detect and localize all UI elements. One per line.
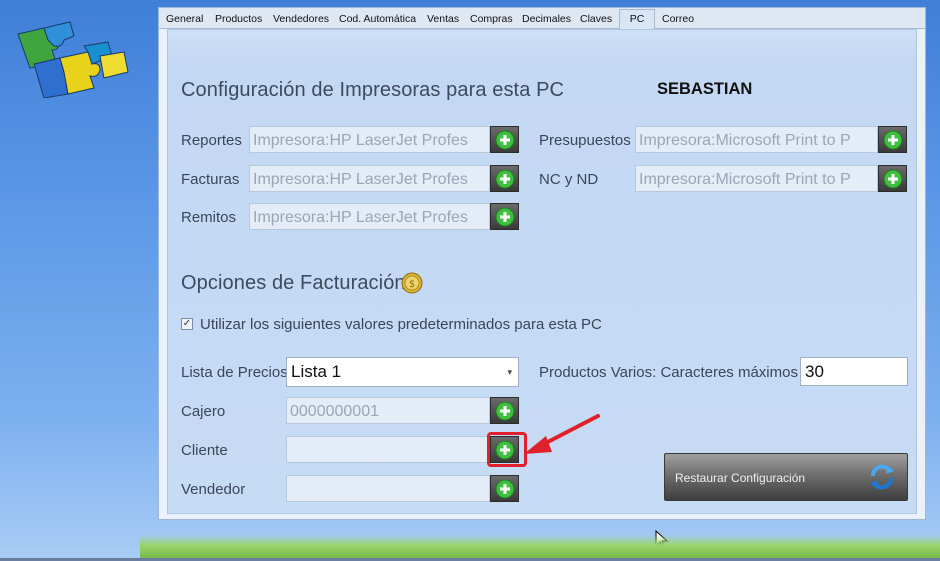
nc-nd-add-button[interactable] [878,165,907,192]
billing-section-title: Opciones de Facturación [181,272,406,294]
client-label: Cliente [181,442,228,459]
plus-icon [495,479,515,499]
client-field[interactable] [286,436,490,463]
printers-section-title: Configuración de Impresoras para esta PC [181,79,565,101]
restore-config-label: Restaurar Configuración [675,471,806,485]
tab-ventas[interactable]: Ventas [424,11,462,28]
presupuestos-printer-field[interactable]: Impresora:Microsoft Print to P [635,126,878,153]
reportes-printer-field[interactable]: Impresora:HP LaserJet Profes [249,126,490,153]
annotation-arrow-icon [524,414,600,454]
restore-config-button[interactable]: Restaurar Configuración [664,453,908,501]
seller-add-button[interactable] [490,475,519,502]
tab-vendedores[interactable]: Vendedores [270,11,332,28]
coin-icon: $ [401,272,423,294]
misc-products-label: Productos Varios: Caracteres máximos [539,364,798,381]
tab-cod-automatica[interactable]: Cod. Automática [336,11,419,28]
plus-icon [495,401,515,421]
dropdown-arrow-icon: ▾ [507,367,512,377]
facturas-label: Facturas [181,171,240,188]
tab-compras[interactable]: Compras [467,11,516,28]
seller-label: Vendedor [181,481,246,498]
plus-icon [883,130,903,150]
remitos-label: Remitos [181,209,237,226]
plus-icon [495,169,515,189]
facturas-add-button[interactable] [490,165,519,192]
cashier-label: Cajero [181,403,226,420]
presupuestos-add-button[interactable] [878,126,907,153]
reportes-add-button[interactable] [490,126,519,153]
cashier-add-button[interactable] [490,397,519,424]
cashier-field[interactable]: 0000000001 [286,397,490,424]
nc-nd-printer-field[interactable]: Impresora:Microsoft Print to P [635,165,878,192]
facturas-printer-field[interactable]: Impresora:HP LaserJet Profes [249,165,490,192]
use-defaults-label: Utilizar los siguientes valores predeter… [200,316,602,333]
tab-bar: General Productos Vendedores Cod. Automá… [159,8,925,29]
plus-icon [883,169,903,189]
tab-general[interactable]: General [163,11,206,28]
price-list-select[interactable]: Lista 1 ▾ [286,357,519,387]
tab-claves[interactable]: Claves [577,11,615,28]
tab-productos[interactable]: Productos [212,11,265,28]
pc-name: SEBASTIAN [657,80,753,98]
max-chars-input[interactable]: 30 [800,357,908,386]
price-list-value: Lista 1 [291,362,342,381]
seller-field[interactable] [286,475,490,502]
remitos-printer-field[interactable]: Impresora:HP LaserJet Profes [249,203,490,230]
reportes-label: Reportes [181,132,242,149]
presupuestos-label: Presupuestos [539,132,631,149]
remitos-add-button[interactable] [490,203,519,230]
puzzle-logo-icon [17,21,129,98]
tab-pc[interactable]: PC [619,9,655,29]
use-defaults-checkbox[interactable]: ✓ [181,318,193,330]
nc-nd-label: NC y ND [539,171,599,188]
tab-decimales[interactable]: Decimales [519,11,574,28]
plus-icon [495,130,515,150]
plus-icon [495,207,515,227]
svg-text:$: $ [409,279,415,290]
price-list-label: Lista de Precios [181,364,288,381]
refresh-icon [870,464,894,490]
tab-correo[interactable]: Correo [659,11,697,28]
